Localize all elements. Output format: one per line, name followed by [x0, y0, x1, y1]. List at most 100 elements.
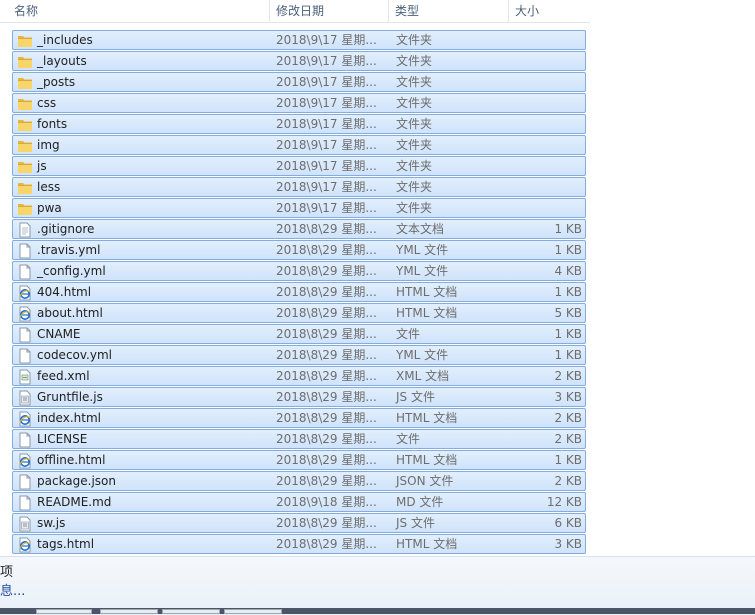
file-row[interactable]: CNAME 2018\8\29 星期... 文件 1 KB [12, 324, 586, 344]
column-header-size[interactable]: 大小 [509, 0, 590, 22]
column-header-type[interactable]: 类型 [389, 0, 509, 22]
file-name: css [37, 96, 57, 110]
taskbar-button[interactable] [100, 609, 158, 614]
taskbar-button[interactable] [224, 609, 282, 614]
html-file-icon [17, 411, 33, 427]
blank-file-icon [17, 264, 33, 280]
file-row[interactable]: _includes 2018\9\17 星期... 文件夹 [12, 30, 586, 50]
file-date: 2018\8\29 星期... [276, 222, 377, 236]
file-date: 2018\9\17 星期... [276, 201, 377, 215]
folder-icon [17, 75, 33, 91]
file-type: 文件夹 [396, 180, 433, 194]
file-type: HTML 文档 [396, 306, 458, 320]
file-row[interactable]: codecov.yml 2018\8\29 星期... YML 文件 1 KB [12, 345, 586, 365]
file-type: HTML 文档 [396, 285, 458, 299]
file-name: _config.yml [37, 264, 106, 278]
file-row[interactable]: fonts 2018\9\17 星期... 文件夹 [12, 114, 586, 134]
file-date: 2018\8\29 星期... [276, 285, 377, 299]
file-row[interactable]: 404.html 2018\8\29 星期... HTML 文档 1 KB [12, 282, 586, 302]
file-row[interactable]: README.md 2018\9\18 星期... MD 文件 12 KB [12, 492, 586, 512]
file-date: 2018\8\29 星期... [276, 411, 377, 425]
file-type: MD 文件 [396, 495, 444, 509]
file-row[interactable]: LICENSE 2018\8\29 星期... 文件 2 KB [12, 429, 586, 449]
file-size: 6 KB [554, 516, 582, 530]
file-date: 2018\8\29 星期... [276, 516, 377, 530]
file-row[interactable]: package.json 2018\8\29 星期... JSON 文件 2 KB [12, 471, 586, 491]
file-date: 2018\8\29 星期... [276, 264, 377, 278]
file-date: 2018\8\29 星期... [276, 369, 377, 383]
file-name: Gruntfile.js [37, 390, 103, 404]
file-row[interactable]: _config.yml 2018\8\29 星期... YML 文件 4 KB [12, 261, 586, 281]
file-date: 2018\9\17 星期... [276, 138, 377, 152]
file-date: 2018\9\18 星期... [276, 495, 377, 509]
file-row[interactable]: _layouts 2018\9\17 星期... 文件夹 [12, 51, 586, 71]
taskbar-button[interactable] [36, 609, 92, 614]
folder-icon [17, 33, 33, 49]
blank-file-icon [17, 495, 33, 511]
file-row[interactable]: less 2018\9\17 星期... 文件夹 [12, 177, 586, 197]
file-size: 3 KB [554, 537, 582, 551]
file-type: JS 文件 [396, 516, 435, 530]
folder-icon [17, 159, 33, 175]
file-row[interactable]: sw.js 2018\8\29 星期... JS 文件 6 KB [12, 513, 586, 533]
file-size: 1 KB [554, 453, 582, 467]
column-header-date[interactable]: 修改日期 [270, 0, 389, 22]
item-count-label: 项 [0, 565, 14, 580]
file-row[interactable]: Gruntfile.js 2018\8\29 星期... JS 文件 3 KB [12, 387, 586, 407]
file-type: 文件夹 [396, 75, 433, 89]
file-size: 4 KB [554, 264, 582, 278]
file-size: 3 KB [554, 390, 582, 404]
file-row[interactable]: .gitignore 2018\8\29 星期... 文本文档 1 KB [12, 219, 586, 239]
taskbar-button[interactable] [162, 609, 220, 614]
column-header-name[interactable]: 名称 [8, 0, 270, 22]
file-type: 文件夹 [396, 96, 433, 110]
file-size: 2 KB [554, 411, 582, 425]
text-file-icon [17, 222, 33, 238]
file-size: 1 KB [554, 348, 582, 362]
details-link[interactable]: 息... [0, 580, 25, 599]
file-name: LICENSE [37, 432, 88, 446]
file-date: 2018\8\29 星期... [276, 453, 377, 467]
file-type: JSON 文件 [396, 474, 454, 488]
file-name: .travis.yml [37, 243, 101, 257]
file-row[interactable]: js 2018\9\17 星期... 文件夹 [12, 156, 586, 176]
file-name: CNAME [37, 327, 81, 341]
file-type: 文件 [396, 327, 421, 341]
file-row[interactable]: feed.xml 2018\8\29 星期... XML 文档 2 KB [12, 366, 586, 386]
file-name: 404.html [37, 285, 92, 299]
file-size: 2 KB [554, 474, 582, 488]
file-row[interactable]: index.html 2018\8\29 星期... HTML 文档 2 KB [12, 408, 586, 428]
file-date: 2018\8\29 星期... [276, 432, 377, 446]
file-type: YML 文件 [396, 264, 449, 278]
file-name: codecov.yml [37, 348, 112, 362]
file-date: 2018\8\29 星期... [276, 327, 377, 341]
file-type: 文件夹 [396, 54, 433, 68]
file-type: 文件 [396, 432, 421, 446]
file-row[interactable]: pwa 2018\9\17 星期... 文件夹 [12, 198, 586, 218]
file-row[interactable]: about.html 2018\8\29 星期... HTML 文档 5 KB [12, 303, 586, 323]
file-type: YML 文件 [396, 348, 449, 362]
file-row[interactable]: _posts 2018\9\17 星期... 文件夹 [12, 72, 586, 92]
file-name: tags.html [37, 537, 95, 551]
file-row[interactable]: css 2018\9\17 星期... 文件夹 [12, 93, 586, 113]
file-name: index.html [37, 411, 101, 425]
file-date: 2018\9\17 星期... [276, 75, 377, 89]
file-name: README.md [37, 495, 112, 509]
folder-icon [17, 96, 33, 112]
file-name: img [37, 138, 60, 152]
file-size: 1 KB [554, 327, 582, 341]
file-row[interactable]: tags.html 2018\8\29 星期... HTML 文档 3 KB [12, 534, 586, 554]
file-type: 文件夹 [396, 117, 433, 131]
file-row[interactable]: .travis.yml 2018\8\29 星期... YML 文件 1 KB [12, 240, 586, 260]
file-row[interactable]: img 2018\9\17 星期... 文件夹 [12, 135, 586, 155]
file-size: 5 KB [554, 306, 582, 320]
xml-file-icon [17, 369, 33, 385]
file-row[interactable]: offline.html 2018\8\29 星期... HTML 文档 1 KB [12, 450, 586, 470]
folder-icon [17, 180, 33, 196]
blank-file-icon [17, 432, 33, 448]
file-date: 2018\9\17 星期... [276, 33, 377, 47]
file-type: HTML 文档 [396, 537, 458, 551]
file-type: HTML 文档 [396, 411, 458, 425]
file-date: 2018\9\17 星期... [276, 96, 377, 110]
file-type: 文件夹 [396, 138, 433, 152]
